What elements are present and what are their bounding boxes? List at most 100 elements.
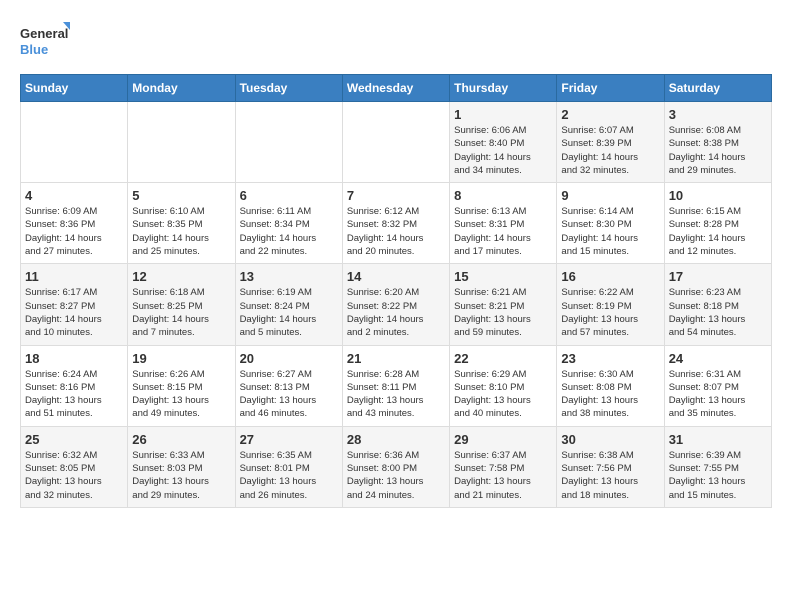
day-cell-2: 2 Sunrise: 6:07 AM Sunset: 8:39 PM Daylig…	[557, 102, 664, 183]
day-info: Sunrise: 6:11 AM Sunset: 8:34 PM Dayligh…	[240, 205, 338, 258]
column-header-thursday: Thursday	[450, 75, 557, 102]
day-number: 11	[25, 269, 123, 284]
day-cell-1: 1Sunrise: 6:06 AM Sunset: 8:40 PM Daylig…	[450, 102, 557, 183]
day-info: Sunrise: 6:08 AM Sunset: 8:38 PM Dayligh…	[669, 124, 767, 177]
day-cell-9: 9 Sunrise: 6:14 AM Sunset: 8:30 PM Daylig…	[557, 183, 664, 264]
day-number: 23	[561, 351, 659, 366]
empty-cell	[21, 102, 128, 183]
day-cell-13: 13 Sunrise: 6:19 AM Sunset: 8:24 PM Dayli…	[235, 264, 342, 345]
week-row-5: 25 Sunrise: 6:32 AM Sunset: 8:05 PM Dayli…	[21, 426, 772, 507]
day-number: 20	[240, 351, 338, 366]
column-header-wednesday: Wednesday	[342, 75, 449, 102]
day-number: 8	[454, 188, 552, 203]
day-cell-26: 26 Sunrise: 6:33 AM Sunset: 8:03 PM Dayli…	[128, 426, 235, 507]
day-number: 30	[561, 432, 659, 447]
column-header-tuesday: Tuesday	[235, 75, 342, 102]
day-number: 29	[454, 432, 552, 447]
column-header-friday: Friday	[557, 75, 664, 102]
header: General Blue	[20, 20, 772, 64]
day-number: 6	[240, 188, 338, 203]
day-number: 7	[347, 188, 445, 203]
day-cell-24: 24 Sunrise: 6:31 AM Sunset: 8:07 PM Dayli…	[664, 345, 771, 426]
day-info: Sunrise: 6:24 AM Sunset: 8:16 PM Dayligh…	[25, 368, 123, 421]
day-cell-30: 30 Sunrise: 6:38 AM Sunset: 7:56 PM Dayli…	[557, 426, 664, 507]
day-number: 14	[347, 269, 445, 284]
day-info: Sunrise: 6:18 AM Sunset: 8:25 PM Dayligh…	[132, 286, 230, 339]
day-number: 2	[561, 107, 659, 122]
day-cell-31: 31Sunrise: 6:39 AM Sunset: 7:55 PM Dayli…	[664, 426, 771, 507]
day-info: Sunrise: 6:35 AM Sunset: 8:01 PM Dayligh…	[240, 449, 338, 502]
day-info: Sunrise: 6:36 AM Sunset: 8:00 PM Dayligh…	[347, 449, 445, 502]
day-info: Sunrise: 6:20 AM Sunset: 8:22 PM Dayligh…	[347, 286, 445, 339]
day-info: Sunrise: 6:27 AM Sunset: 8:13 PM Dayligh…	[240, 368, 338, 421]
day-info: Sunrise: 6:39 AM Sunset: 7:55 PM Dayligh…	[669, 449, 767, 502]
svg-text:General: General	[20, 26, 68, 41]
empty-cell	[235, 102, 342, 183]
day-cell-10: 10Sunrise: 6:15 AM Sunset: 8:28 PM Dayli…	[664, 183, 771, 264]
day-info: Sunrise: 6:10 AM Sunset: 8:35 PM Dayligh…	[132, 205, 230, 258]
day-number: 22	[454, 351, 552, 366]
day-cell-23: 23Sunrise: 6:30 AM Sunset: 8:08 PM Dayli…	[557, 345, 664, 426]
day-info: Sunrise: 6:07 AM Sunset: 8:39 PM Dayligh…	[561, 124, 659, 177]
day-cell-14: 14 Sunrise: 6:20 AM Sunset: 8:22 PM Dayli…	[342, 264, 449, 345]
day-cell-18: 18 Sunrise: 6:24 AM Sunset: 8:16 PM Dayli…	[21, 345, 128, 426]
logo: General Blue	[20, 20, 70, 64]
day-info: Sunrise: 6:17 AM Sunset: 8:27 PM Dayligh…	[25, 286, 123, 339]
day-cell-7: 7 Sunrise: 6:12 AM Sunset: 8:32 PM Daylig…	[342, 183, 449, 264]
day-cell-16: 16 Sunrise: 6:22 AM Sunset: 8:19 PM Dayli…	[557, 264, 664, 345]
day-info: Sunrise: 6:37 AM Sunset: 7:58 PM Dayligh…	[454, 449, 552, 502]
day-number: 25	[25, 432, 123, 447]
day-number: 26	[132, 432, 230, 447]
day-number: 19	[132, 351, 230, 366]
day-number: 18	[25, 351, 123, 366]
column-header-sunday: Sunday	[21, 75, 128, 102]
day-number: 24	[669, 351, 767, 366]
day-number: 21	[347, 351, 445, 366]
day-number: 13	[240, 269, 338, 284]
day-info: Sunrise: 6:26 AM Sunset: 8:15 PM Dayligh…	[132, 368, 230, 421]
day-cell-12: 12Sunrise: 6:18 AM Sunset: 8:25 PM Dayli…	[128, 264, 235, 345]
day-cell-25: 25 Sunrise: 6:32 AM Sunset: 8:05 PM Dayli…	[21, 426, 128, 507]
day-cell-6: 6 Sunrise: 6:11 AM Sunset: 8:34 PM Daylig…	[235, 183, 342, 264]
day-number: 4	[25, 188, 123, 203]
day-cell-3: 3 Sunrise: 6:08 AM Sunset: 8:38 PM Daylig…	[664, 102, 771, 183]
svg-text:Blue: Blue	[20, 42, 48, 57]
day-cell-11: 11 Sunrise: 6:17 AM Sunset: 8:27 PM Dayli…	[21, 264, 128, 345]
day-number: 16	[561, 269, 659, 284]
day-cell-28: 28 Sunrise: 6:36 AM Sunset: 8:00 PM Dayli…	[342, 426, 449, 507]
day-info: Sunrise: 6:06 AM Sunset: 8:40 PM Dayligh…	[454, 124, 552, 177]
empty-cell	[342, 102, 449, 183]
week-row-4: 18 Sunrise: 6:24 AM Sunset: 8:16 PM Dayli…	[21, 345, 772, 426]
week-row-1: 1Sunrise: 6:06 AM Sunset: 8:40 PM Daylig…	[21, 102, 772, 183]
day-number: 10	[669, 188, 767, 203]
day-cell-19: 19 Sunrise: 6:26 AM Sunset: 8:15 PM Dayli…	[128, 345, 235, 426]
column-header-monday: Monday	[128, 75, 235, 102]
day-info: Sunrise: 6:32 AM Sunset: 8:05 PM Dayligh…	[25, 449, 123, 502]
day-number: 15	[454, 269, 552, 284]
day-info: Sunrise: 6:29 AM Sunset: 8:10 PM Dayligh…	[454, 368, 552, 421]
day-info: Sunrise: 6:21 AM Sunset: 8:21 PM Dayligh…	[454, 286, 552, 339]
day-number: 28	[347, 432, 445, 447]
header-row: SundayMondayTuesdayWednesdayThursdayFrid…	[21, 75, 772, 102]
day-info: Sunrise: 6:31 AM Sunset: 8:07 PM Dayligh…	[669, 368, 767, 421]
day-info: Sunrise: 6:12 AM Sunset: 8:32 PM Dayligh…	[347, 205, 445, 258]
day-number: 17	[669, 269, 767, 284]
day-info: Sunrise: 6:19 AM Sunset: 8:24 PM Dayligh…	[240, 286, 338, 339]
day-cell-4: 4 Sunrise: 6:09 AM Sunset: 8:36 PM Daylig…	[21, 183, 128, 264]
day-info: Sunrise: 6:28 AM Sunset: 8:11 PM Dayligh…	[347, 368, 445, 421]
day-cell-15: 15 Sunrise: 6:21 AM Sunset: 8:21 PM Dayli…	[450, 264, 557, 345]
day-info: Sunrise: 6:38 AM Sunset: 7:56 PM Dayligh…	[561, 449, 659, 502]
day-info: Sunrise: 6:14 AM Sunset: 8:30 PM Dayligh…	[561, 205, 659, 258]
day-cell-21: 21 Sunrise: 6:28 AM Sunset: 8:11 PM Dayli…	[342, 345, 449, 426]
empty-cell	[128, 102, 235, 183]
week-row-3: 11 Sunrise: 6:17 AM Sunset: 8:27 PM Dayli…	[21, 264, 772, 345]
day-number: 3	[669, 107, 767, 122]
day-info: Sunrise: 6:09 AM Sunset: 8:36 PM Dayligh…	[25, 205, 123, 258]
day-info: Sunrise: 6:22 AM Sunset: 8:19 PM Dayligh…	[561, 286, 659, 339]
column-header-saturday: Saturday	[664, 75, 771, 102]
day-number: 9	[561, 188, 659, 203]
day-number: 5	[132, 188, 230, 203]
day-cell-27: 27Sunrise: 6:35 AM Sunset: 8:01 PM Dayli…	[235, 426, 342, 507]
day-cell-17: 17Sunrise: 6:23 AM Sunset: 8:18 PM Dayli…	[664, 264, 771, 345]
day-info: Sunrise: 6:33 AM Sunset: 8:03 PM Dayligh…	[132, 449, 230, 502]
